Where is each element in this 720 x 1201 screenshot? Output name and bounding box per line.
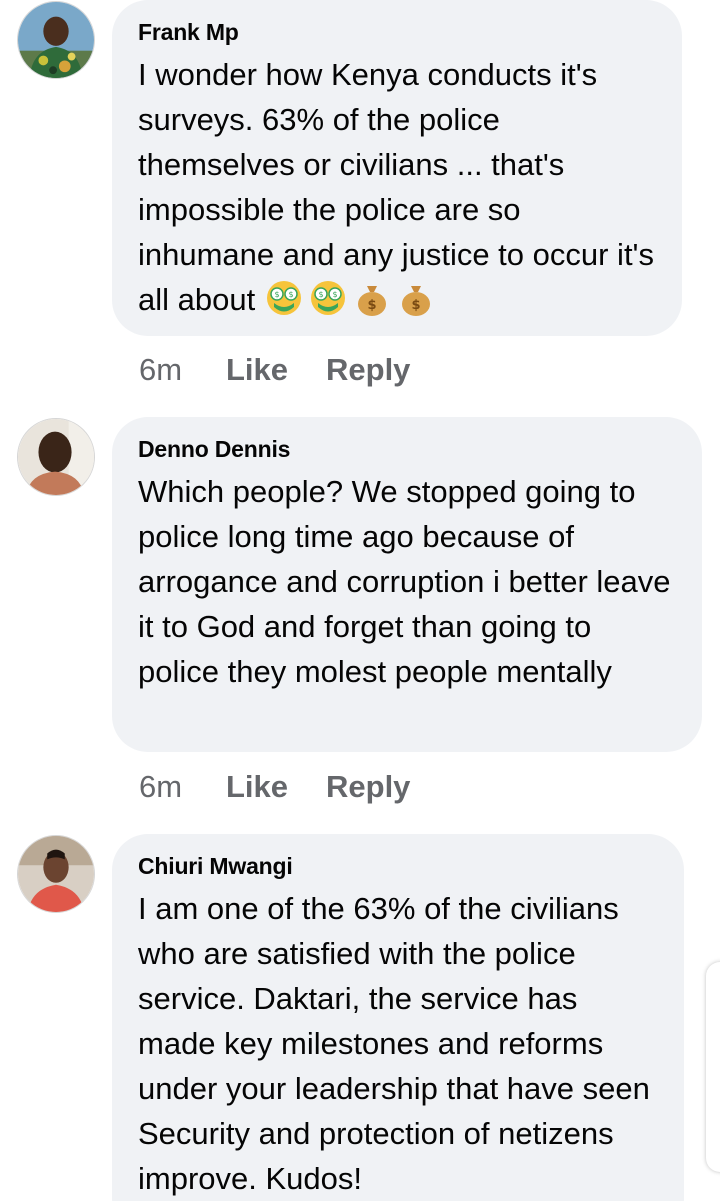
money-mouth-face-emoji-icon: $ $ [264,278,304,318]
money-bag-emoji-icon: $ [396,278,436,318]
comment-author[interactable]: Denno Dennis [138,435,676,463]
reply-button[interactable]: Reply [326,352,410,388]
comment-bubble: Frank Mp I wonder how Kenya conducts it'… [112,0,682,336]
comment-timestamp[interactable]: 6m [139,352,226,388]
like-button[interactable]: Like [226,352,326,388]
comment-bubble: Chiuri Mwangi I am one of the 63% of the… [112,834,684,1201]
money-bag-emoji-icon: $ [352,278,392,318]
comment-text: I wonder how Kenya conducts it's surveys… [138,52,656,322]
comment-bubble: Denno Dennis Which people? We stopped go… [112,417,702,752]
avatar[interactable] [17,1,95,79]
comment-author[interactable]: Chiuri Mwangi [138,852,658,880]
svg-text:$: $ [274,290,279,299]
reply-button[interactable]: Reply [326,769,410,805]
svg-text:$: $ [367,298,376,313]
svg-text:$: $ [318,290,323,299]
comment-actions: 6m Like Reply [139,769,410,805]
like-button[interactable]: Like [226,769,326,805]
avatar[interactable] [17,835,95,913]
money-mouth-face-emoji-icon: $ $ [308,278,348,318]
avatar[interactable] [17,418,95,496]
comment-text: Which people? We stopped going to police… [138,474,671,689]
comment-timestamp[interactable]: 6m [139,769,226,805]
comments-thread: Frank Mp I wonder how Kenya conducts it'… [0,0,720,1201]
svg-text:$: $ [288,290,293,299]
svg-text:$: $ [332,290,337,299]
scroll-edge-handle[interactable] [706,962,720,1172]
comment-actions: 6m Like Reply [139,352,410,388]
svg-text:$: $ [411,298,420,313]
comment-text: I am one of the 63% of the civilians who… [138,891,650,1196]
comment-author[interactable]: Frank Mp [138,18,656,46]
